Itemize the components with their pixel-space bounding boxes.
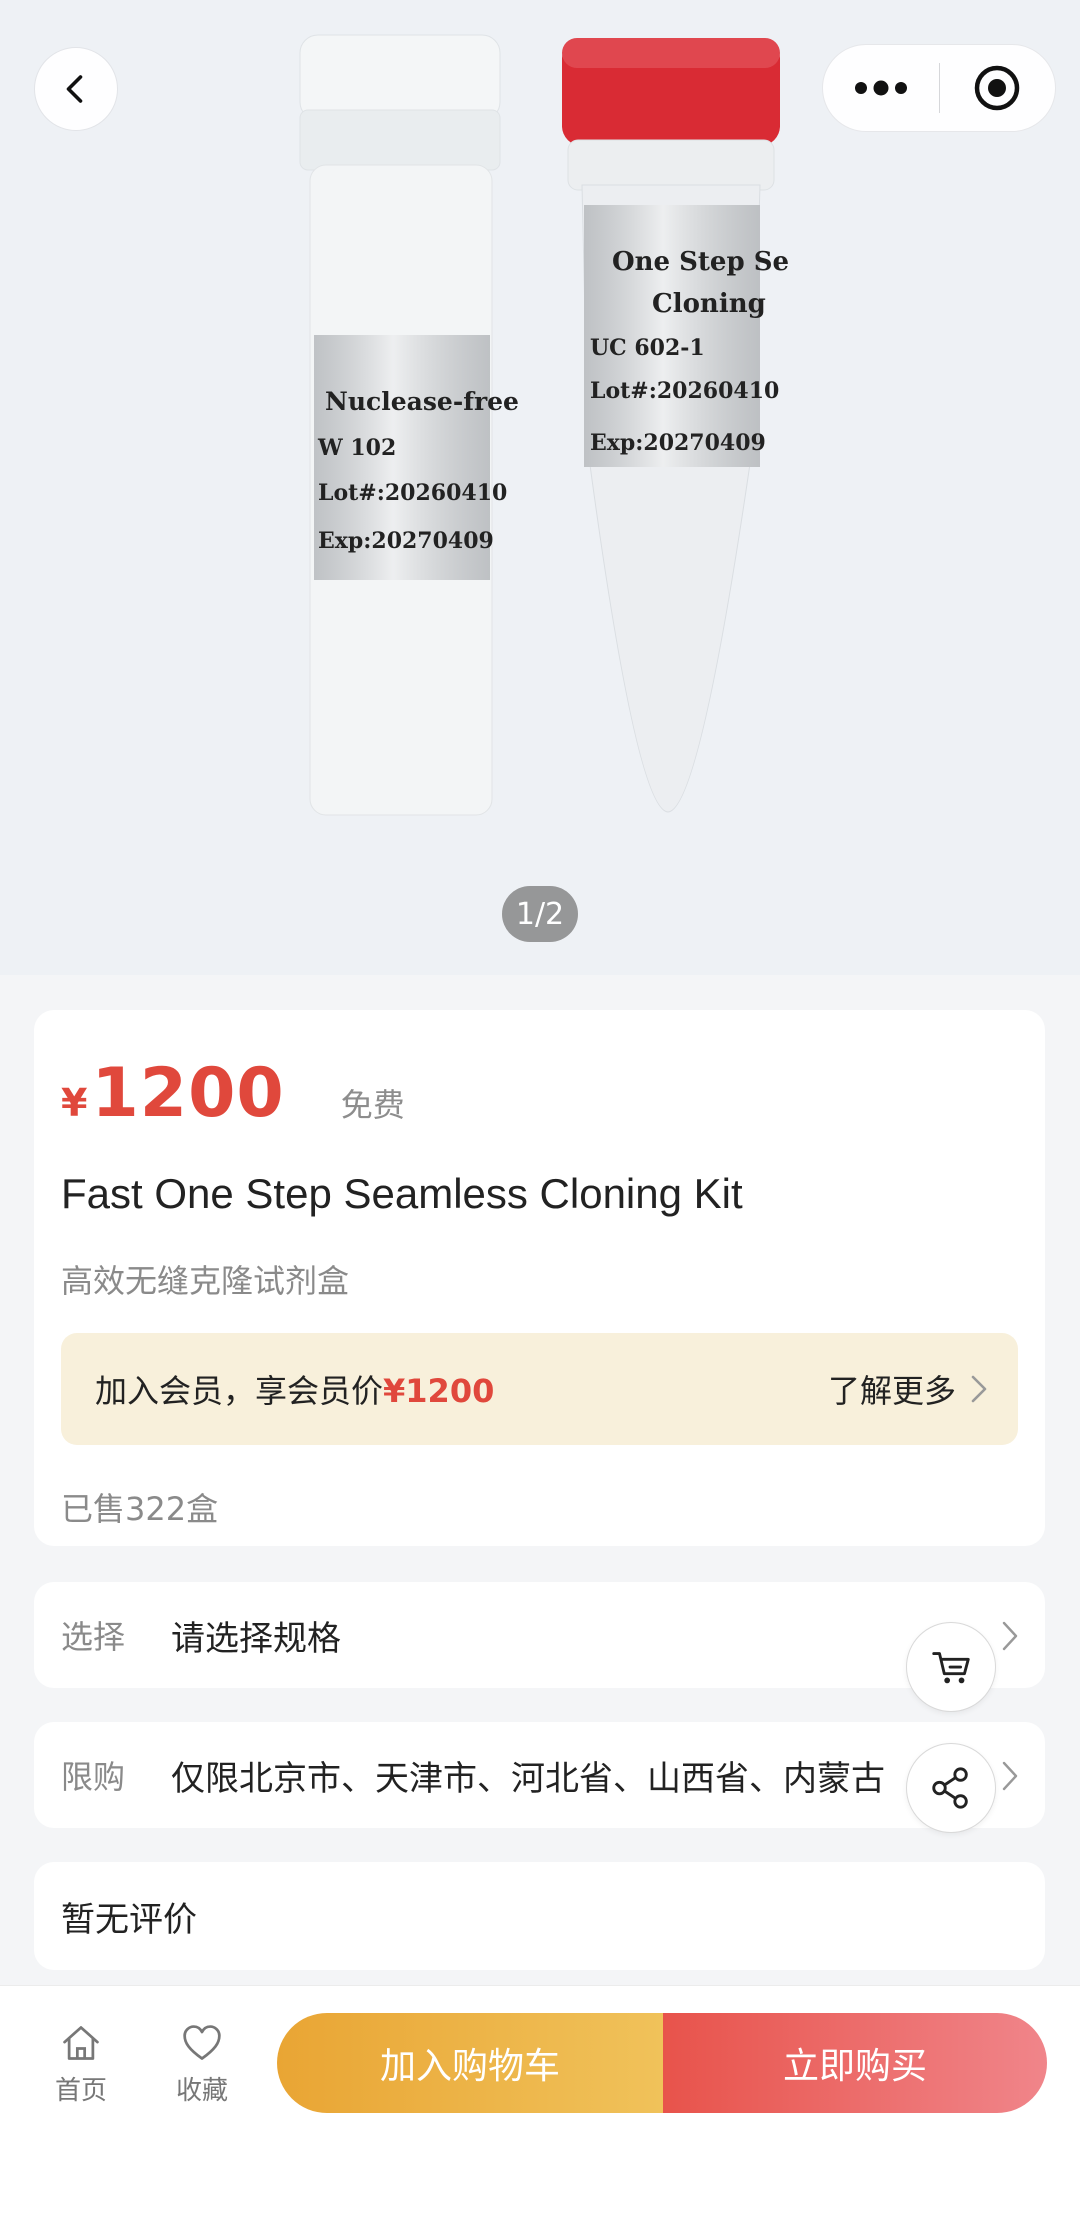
share-icon [932,1767,968,1809]
right-tube-text-4: Lot#:20260410 [590,378,779,404]
limit-label: 限购 [61,1758,126,1796]
currency-symbol: ¥ [61,1081,88,1125]
left-tube-text-3: Lot#:20260410 [318,480,507,506]
bottom-action-bar: 首页 收藏 加入购物车 立即购买 [0,1985,1080,2235]
purchase-limit-row[interactable]: 限购 仅限北京市、天津市、河北省、山西省、内蒙古 [34,1722,1045,1828]
review-section[interactable]: 暂无评价 [34,1862,1045,1970]
tab-favorite-label: 收藏 [175,2076,228,2106]
product-subtitle: 高效无缝克隆试剂盒 [61,1262,350,1300]
left-tube-text-2: W 102 [317,435,396,461]
product-title: Fast One Step Seamless Cloning Kit [61,1170,743,1217]
heart-icon [183,2025,221,2060]
shipping-fee: 免费 [340,1086,405,1124]
floating-cart-button[interactable] [906,1622,996,1712]
right-tube: One Step Se Cloning UC 602-1 Lot#:202604… [562,38,789,813]
member-text: 加入会员，享会员价¥1200 [95,1366,494,1412]
spec-value: 请选择规格 [171,1618,341,1659]
floating-share-button[interactable] [906,1743,996,1833]
no-review-text: 暂无评价 [61,1899,197,1940]
limit-value: 仅限北京市、天津市、河北省、山西省、内蒙古 [171,1758,885,1799]
learn-more-label: 了解更多 [827,1372,956,1410]
mini-program-capsule [822,44,1056,132]
chevron-right-icon [971,1375,987,1403]
back-button[interactable] [34,47,118,131]
chevron-left-icon [66,75,83,103]
learn-more-link[interactable]: 了解更多 [828,1366,988,1412]
right-tube-text-2: Cloning [652,289,766,319]
page-indicator: 1/2 [502,886,578,942]
tab-home-label: 首页 [54,2076,107,2106]
member-price: ¥1200 [383,1372,495,1410]
price-row: ¥ 1200 免费 [61,1054,405,1133]
left-tube-text-1: Nuclease-free [325,387,519,416]
chevron-right-icon [1002,1621,1018,1651]
member-prefix: 加入会员，享会员价 [95,1372,384,1410]
product-image: Nuclease-free W 102 Lot#:20260410 Exp:20… [299,34,789,816]
more-button[interactable] [823,45,939,131]
tab-home[interactable]: 首页 [36,2022,126,2107]
more-dots-icon [854,80,907,96]
product-image-carousel[interactable]: Nuclease-free W 102 Lot#:20260410 Exp:20… [0,0,1080,975]
cart-icon [932,1652,970,1684]
right-tube-text-3: UC 602-1 [590,335,705,361]
spec-selector[interactable]: 选择 请选择规格 [34,1582,1045,1688]
sold-count: 已售322盒 [61,1490,219,1528]
add-to-cart-button[interactable]: 加入购物车 [277,2013,663,2113]
target-icon [975,65,1020,111]
right-tube-text-1: One Step Se [612,247,789,277]
member-banner[interactable]: 加入会员，享会员价¥1200 了解更多 [61,1333,1018,1445]
buy-now-button[interactable]: 立即购买 [663,2013,1047,2113]
close-button[interactable] [940,45,1056,131]
tab-favorite[interactable]: 收藏 [157,2022,247,2107]
price: 1200 [91,1054,285,1133]
left-tube-text-4: Exp:20270409 [318,528,494,554]
left-tube: Nuclease-free W 102 Lot#:20260410 Exp:20… [299,34,519,816]
right-tube-text-5: Exp:20270409 [590,430,766,456]
home-icon [63,2026,99,2060]
spec-label: 选择 [61,1618,126,1656]
price-card: ¥ 1200 免费 Fast One Step Seamless Cloning… [34,1010,1045,1546]
chevron-right-icon [1002,1761,1018,1791]
